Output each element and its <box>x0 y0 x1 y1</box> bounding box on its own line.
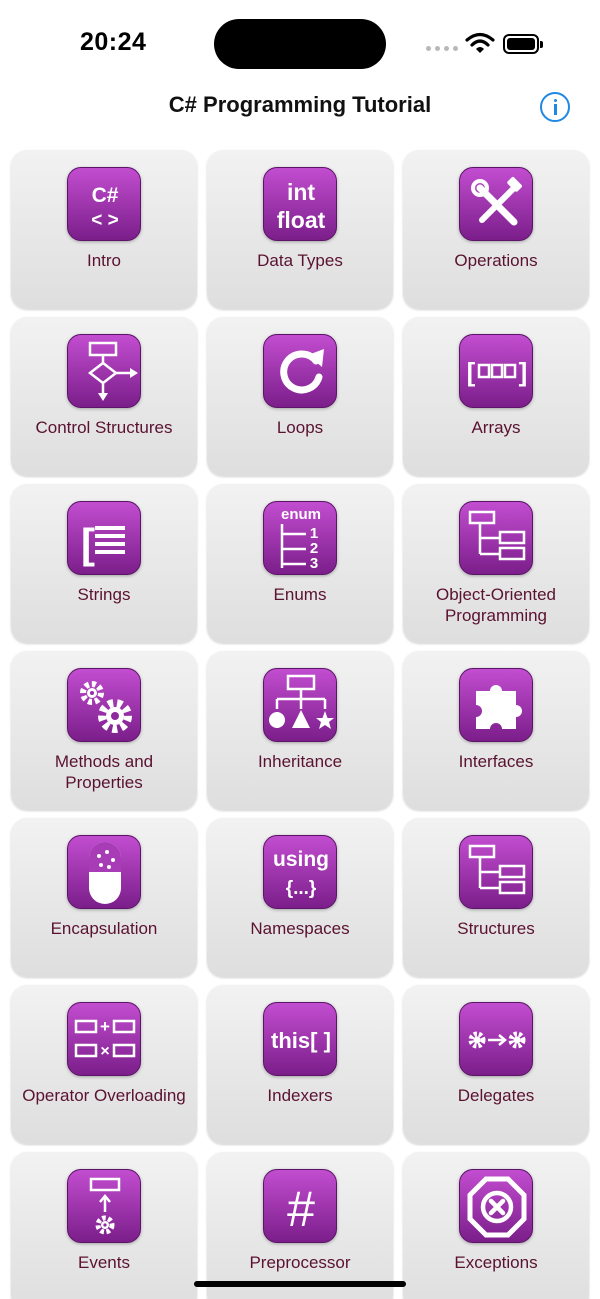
puzzle-icon <box>459 668 533 742</box>
struct-tree-icon <box>459 835 533 909</box>
topic-label: Indexers <box>267 1086 333 1105</box>
topic-tile-methods-and-properties[interactable]: Methods and Properties <box>11 651 197 810</box>
class-tree-icon <box>459 501 533 575</box>
topic-tile-indexers[interactable]: this[ ] Indexers <box>207 985 393 1144</box>
topic-label: Enums <box>273 585 327 604</box>
operator-boxes-icon: + × <box>67 1002 141 1076</box>
topic-label: Operations <box>454 251 538 270</box>
icon-text: × <box>100 1043 109 1060</box>
flowchart-icon <box>67 334 141 408</box>
topic-label: Methods and Properties <box>54 752 154 792</box>
battery-icon <box>503 34 543 54</box>
icon-text: [ <box>467 357 476 387</box>
topic-tile-operator-overloading[interactable]: + × Operator Overloading <box>11 985 197 1144</box>
topic-tile-operations[interactable]: Operations <box>403 150 589 309</box>
gears-icon <box>67 668 141 742</box>
string-lines-icon: [ <box>67 501 141 575</box>
topic-label: Inheritance <box>257 752 343 771</box>
topic-label: Operator Overloading <box>22 1086 186 1105</box>
icon-text: {...} <box>286 878 317 899</box>
topic-tile-intro[interactable]: C# < > Intro <box>11 150 197 309</box>
icon-text: int <box>287 179 315 205</box>
home-indicator[interactable] <box>194 1281 406 1287</box>
icon-text: 3 <box>310 555 318 572</box>
topic-label: Intro <box>86 251 122 270</box>
enum-list-icon: enum 1 2 3 <box>263 501 337 575</box>
status-bar: 20:24 <box>0 0 600 88</box>
array-icon: [ ] <box>459 334 533 408</box>
icon-text: + <box>100 1017 110 1036</box>
topic-label: Interfaces <box>458 752 534 771</box>
topic-label: Object-Oriented Programming <box>436 585 556 625</box>
topic-grid: C# < > Intro int float Data Types Operat… <box>11 150 589 1299</box>
this-indexer-icon: this[ ] <box>263 1002 337 1076</box>
icon-text: float <box>277 207 326 233</box>
topic-label: Delegates <box>457 1086 535 1105</box>
loop-arrow-icon <box>263 334 337 408</box>
topic-label: Namespaces <box>250 919 350 938</box>
hierarchy-shapes-icon <box>263 668 337 742</box>
topic-tile-namespaces[interactable]: using {...} Namespaces <box>207 818 393 977</box>
icon-text: this[ ] <box>271 1028 331 1053</box>
topic-tile-encapsulation[interactable]: Encapsulation <box>11 818 197 977</box>
gear-arrow-gear-icon <box>459 1002 533 1076</box>
capsule-icon <box>67 835 141 909</box>
topic-tile-object-oriented-programming[interactable]: Object-Oriented Programming <box>403 484 589 643</box>
topic-tile-strings[interactable]: [ Strings <box>11 484 197 643</box>
topic-tile-loops[interactable]: Loops <box>207 317 393 476</box>
exception-octagon-icon <box>459 1169 533 1243</box>
topic-label: Exceptions <box>454 1253 538 1272</box>
topic-tile-enums[interactable]: enum 1 2 3 Enums <box>207 484 393 643</box>
topic-label: Arrays <box>471 418 521 437</box>
hash-icon: # <box>263 1169 337 1243</box>
topic-label: Preprocessor <box>249 1253 351 1272</box>
icon-text: # <box>287 1181 315 1237</box>
topic-tile-inheritance[interactable]: Inheritance <box>207 651 393 810</box>
page-title: C# Programming Tutorial <box>168 92 432 117</box>
topic-tile-delegates[interactable]: Delegates <box>403 985 589 1144</box>
icon-text: ] <box>519 357 528 387</box>
topic-tile-control-structures[interactable]: Control Structures <box>11 317 197 476</box>
topic-tile-preprocessor[interactable]: # Preprocessor <box>207 1152 393 1299</box>
topic-label: Loops <box>276 418 324 437</box>
topic-label: Strings <box>77 585 131 604</box>
topic-label: Events <box>78 1253 130 1272</box>
using-braces-icon: using {...} <box>263 835 337 909</box>
topic-tile-exceptions[interactable]: Exceptions <box>403 1152 589 1299</box>
topic-label: Data Types <box>257 251 343 270</box>
topic-tile-structures[interactable]: Structures <box>403 818 589 977</box>
topic-tile-arrays[interactable]: [ ] Arrays <box>403 317 589 476</box>
topic-label: Encapsulation <box>50 919 158 938</box>
icon-text: < > <box>91 210 118 231</box>
event-trigger-icon <box>67 1169 141 1243</box>
icon-text: C# <box>92 184 119 207</box>
topic-label: Control Structures <box>35 418 173 437</box>
int-float-icon: int float <box>263 167 337 241</box>
icon-text: enum <box>281 506 321 523</box>
dynamic-island <box>214 19 386 69</box>
icon-text: using <box>273 848 329 871</box>
info-icon[interactable] <box>540 92 570 122</box>
topic-tile-interfaces[interactable]: Interfaces <box>403 651 589 810</box>
csharp-code-icon: C# < > <box>67 167 141 241</box>
tools-icon <box>459 167 533 241</box>
topic-tile-data-types[interactable]: int float Data Types <box>207 150 393 309</box>
cellular-signal-icon <box>426 46 458 51</box>
status-time: 20:24 <box>80 28 147 56</box>
wifi-icon <box>465 32 495 53</box>
topic-label: Structures <box>457 919 535 938</box>
topic-tile-events[interactable]: Events <box>11 1152 197 1299</box>
icon-text: [ <box>81 520 95 567</box>
